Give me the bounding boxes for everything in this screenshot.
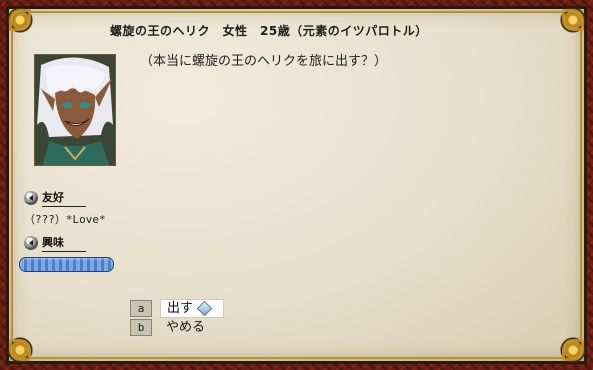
bullet-icon bbox=[24, 236, 38, 250]
interest-label: 興味 bbox=[42, 234, 86, 252]
choice-label[interactable]: やめる bbox=[160, 319, 211, 336]
choice-send[interactable]: a 出す bbox=[130, 299, 224, 318]
character-portrait bbox=[34, 54, 116, 166]
choice-key: b bbox=[130, 319, 152, 336]
corner-ornament-icon bbox=[556, 333, 590, 367]
selection-gem-icon bbox=[196, 300, 213, 317]
choice-label[interactable]: 出す bbox=[160, 299, 224, 318]
choice-key: a bbox=[130, 300, 152, 317]
interest-header: 興味 bbox=[24, 234, 86, 252]
dialogue-text: （本当に螺旋の王のヘリクを旅に出す？） bbox=[140, 54, 388, 69]
relationship-header: 友好 bbox=[24, 189, 86, 207]
relationship-label: 友好 bbox=[42, 189, 86, 207]
interest-gauge bbox=[19, 257, 114, 272]
corner-ornament-icon bbox=[556, 3, 590, 37]
corner-ornament-icon bbox=[3, 333, 37, 367]
relationship-value: （???）*Love* bbox=[24, 213, 106, 226]
bullet-icon bbox=[24, 191, 38, 205]
choice-cancel[interactable]: b やめる bbox=[130, 319, 211, 336]
corner-ornament-icon bbox=[3, 3, 37, 37]
character-title: 螺旋の王のヘリク 女性 25歳（元素のイツパロトル） bbox=[110, 24, 428, 38]
